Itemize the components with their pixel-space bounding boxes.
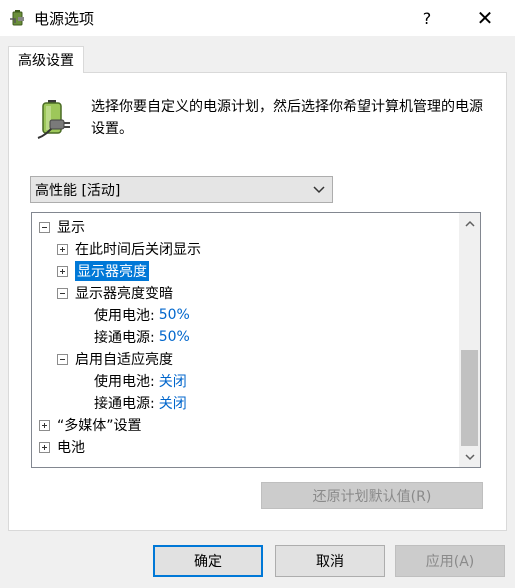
tree-item-multimedia[interactable]: “多媒体”设置: [39, 414, 142, 436]
restore-defaults-button[interactable]: 还原计划默认值(R): [261, 482, 483, 509]
tree-item-label: 显示: [57, 220, 85, 236]
tab-advanced-settings[interactable]: 高级设置: [8, 46, 84, 73]
settings-tree[interactable]: 显示 在此时间后关闭显示 显示器亮度 显示器亮度变暗 使用电池: 50% 接通电…: [31, 212, 481, 468]
collapse-icon[interactable]: [57, 353, 68, 365]
setting-row-dimmed-battery: 使用电池: 50%: [94, 304, 190, 326]
setting-value-link[interactable]: 50%: [159, 329, 190, 345]
tree-item-display-brightness[interactable]: 显示器亮度: [57, 260, 149, 282]
tree-item-adaptive-brightness[interactable]: 启用自适应亮度: [57, 348, 173, 370]
power-options-icon: [10, 10, 24, 26]
scrollbar-thumb[interactable]: [461, 350, 478, 446]
ok-button[interactable]: 确定: [153, 545, 263, 577]
setting-label: 接通电源:: [94, 330, 155, 346]
tree-item-turn-off-display[interactable]: 在此时间后关闭显示: [57, 238, 201, 260]
power-plan-select[interactable]: 高性能 [活动]: [30, 176, 333, 203]
help-button[interactable]: ?: [404, 0, 450, 36]
setting-row-dimmed-plugged-in: 接通电源: 50%: [94, 326, 190, 348]
power-plan-value: 高性能 [活动]: [35, 182, 121, 199]
setting-label: 使用电池:: [94, 308, 155, 324]
tree-item-label: 启用自适应亮度: [75, 352, 173, 368]
window-title: 电源选项: [34, 10, 95, 28]
tree-item-dimmed-brightness[interactable]: 显示器亮度变暗: [57, 282, 173, 304]
tree-item-label: 显示器亮度: [75, 261, 149, 281]
setting-row-adaptive-plugged-in: 接通电源: 关闭: [94, 392, 187, 414]
tree-item-label: 显示器亮度变暗: [75, 286, 173, 302]
close-button[interactable]: ✕: [462, 0, 508, 36]
setting-label: 接通电源:: [94, 396, 155, 412]
collapse-icon[interactable]: [57, 287, 68, 299]
expand-icon[interactable]: [57, 265, 68, 277]
setting-value-link[interactable]: 关闭: [159, 371, 187, 391]
tree-item-label: 在此时间后关闭显示: [75, 242, 201, 258]
intro-text: 选择你要自定义的电源计划，然后选择你希望计算机管理的电源设置。: [91, 99, 483, 137]
cancel-button[interactable]: 取消: [275, 545, 385, 577]
scroll-up-arrow-icon[interactable]: [459, 213, 480, 234]
chevron-down-icon: [313, 186, 325, 194]
expand-icon[interactable]: [39, 419, 50, 431]
expand-icon[interactable]: [39, 441, 50, 453]
collapse-icon[interactable]: [39, 221, 50, 233]
battery-plug-icon: [37, 100, 70, 139]
tree-item-label: “多媒体”设置: [57, 418, 142, 434]
setting-label: 使用电池:: [94, 374, 155, 390]
tree-item-label: 电池: [57, 440, 85, 456]
setting-value-link[interactable]: 关闭: [159, 393, 187, 413]
tree-item-battery[interactable]: 电池: [39, 436, 85, 458]
tree-item-display[interactable]: 显示: [39, 216, 85, 238]
tree-scrollbar[interactable]: [459, 213, 480, 467]
setting-row-adaptive-battery: 使用电池: 关闭: [94, 370, 187, 392]
expand-icon[interactable]: [57, 243, 68, 255]
setting-value-link[interactable]: 50%: [159, 307, 190, 323]
title-bar: 电源选项 ? ✕: [0, 0, 515, 36]
scroll-down-arrow-icon[interactable]: [459, 446, 480, 467]
apply-button[interactable]: 应用(A): [395, 545, 505, 577]
